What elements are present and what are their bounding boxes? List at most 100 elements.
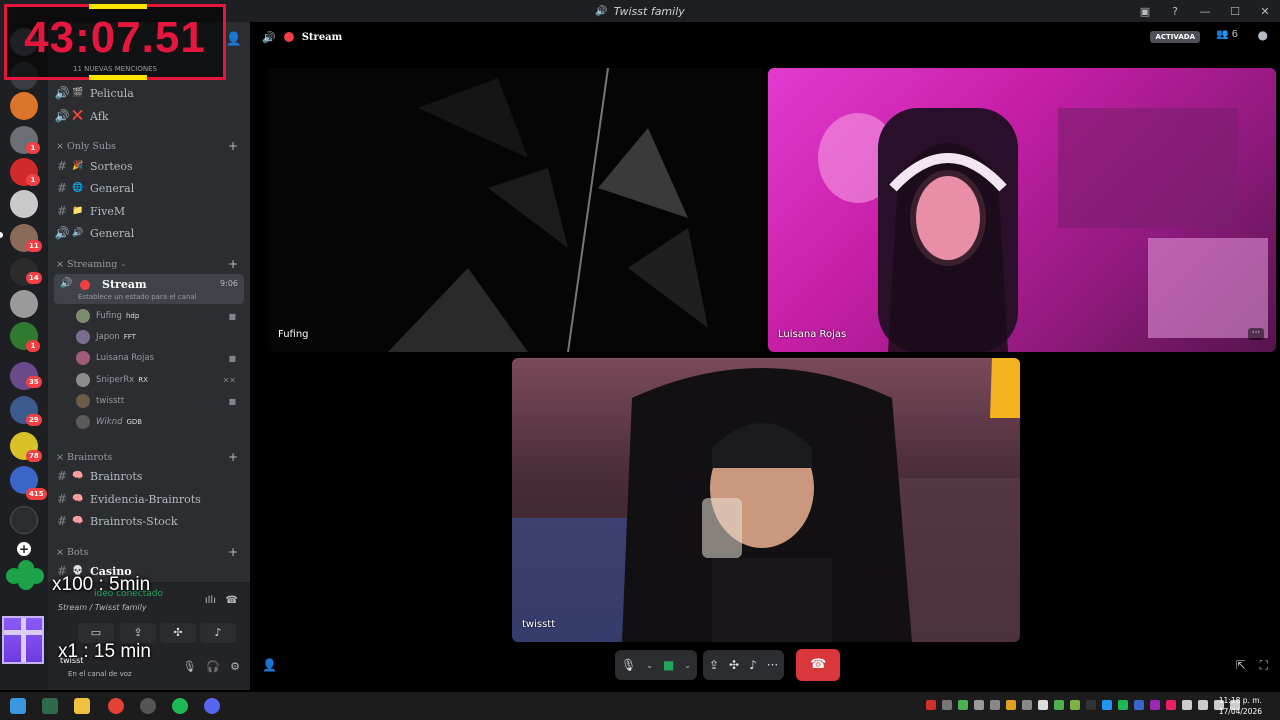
- chevron-down-icon[interactable]: ⌄: [684, 661, 691, 670]
- minimize-button[interactable]: —: [1190, 5, 1220, 18]
- category-bots[interactable]: ⨯ Bots +: [56, 544, 242, 560]
- voice-member[interactable]: Wiknd GDB: [76, 412, 242, 432]
- tray-icon[interactable]: [1102, 700, 1112, 710]
- start-windows-icon[interactable]: [10, 698, 26, 714]
- text-channel-general[interactable]: # 🌐 General: [54, 178, 244, 198]
- tray-icon[interactable]: [1086, 700, 1096, 710]
- tray-icon[interactable]: [1134, 700, 1144, 710]
- more-options-icon[interactable]: ···: [767, 658, 778, 672]
- activities-button[interactable]: ✣: [160, 623, 196, 643]
- tray-icon[interactable]: [942, 700, 952, 710]
- activity-badge[interactable]: ACTIVADA: [1150, 31, 1200, 43]
- folder-icon[interactable]: [10, 506, 38, 534]
- server-icon[interactable]: [10, 190, 38, 218]
- voice-member[interactable]: SniperRx RX ✕✕: [76, 370, 242, 390]
- activities-icon[interactable]: ✣: [729, 658, 739, 672]
- tray-icon[interactable]: [1150, 700, 1160, 710]
- file-explorer-icon[interactable]: [74, 698, 90, 714]
- text-channel-sorteos[interactable]: # 🎉 Sorteos: [54, 156, 244, 176]
- voice-location-label[interactable]: Stream / Twisst family: [58, 603, 147, 612]
- add-channel-icon[interactable]: +: [228, 545, 238, 559]
- hash-icon: #: [56, 469, 68, 483]
- tray-icon[interactable]: [1054, 700, 1064, 710]
- popout-icon[interactable]: ⇱: [1236, 658, 1246, 673]
- tray-icon[interactable]: [1006, 700, 1016, 710]
- close-button[interactable]: ✕: [1250, 5, 1280, 18]
- chat-bubble-icon[interactable]: ●: [1258, 28, 1268, 42]
- hang-up-button[interactable]: ☎: [796, 649, 841, 681]
- voice-member[interactable]: Japon FFT: [76, 327, 242, 347]
- tray-icon[interactable]: [1022, 700, 1032, 710]
- taskbar-app-icon[interactable]: [140, 698, 156, 714]
- voice-channel-pelicula[interactable]: 🔊 🎬 Pelicula: [54, 83, 244, 103]
- hash-icon: #: [56, 514, 68, 528]
- text-channel-brainrots-stock[interactable]: # 🧠 Brainrots-Stock: [54, 511, 244, 531]
- add-channel-icon[interactable]: +: [228, 257, 238, 271]
- add-channel-icon[interactable]: +: [228, 450, 238, 464]
- server-icon[interactable]: [10, 290, 38, 318]
- taskbar-app-icon[interactable]: [42, 698, 58, 714]
- text-channel-evidencia-brainrots[interactable]: # 🧠 Evidencia-Brainrots: [54, 489, 244, 509]
- chevron-down-icon[interactable]: ⌄: [646, 661, 653, 670]
- microphone-icon[interactable]: 🎙: [621, 658, 636, 672]
- clock-date: 17/04/2026: [1218, 707, 1262, 716]
- member-tag: hdp: [125, 312, 140, 320]
- headphones-icon[interactable]: 🎧: [206, 660, 220, 673]
- maximize-button[interactable]: ☐: [1220, 5, 1250, 18]
- category-streaming[interactable]: ⨯ Streaming ⌄ +: [56, 256, 242, 272]
- noise-suppression-icon[interactable]: ıllı: [205, 595, 216, 606]
- category-brainrots[interactable]: ⨯ Brainrots +: [56, 449, 242, 465]
- channel-name: Afk: [90, 109, 109, 123]
- spotify-icon[interactable]: [172, 698, 188, 714]
- voice-member[interactable]: Luisana Rojas ■: [76, 348, 242, 368]
- channel-status-prompt[interactable]: Establece un estado para el canal: [78, 293, 197, 301]
- camera-toggle-button[interactable]: ▭: [78, 623, 114, 643]
- disconnect-icon[interactable]: ☎: [226, 595, 238, 606]
- tray-icon[interactable]: [1070, 700, 1080, 710]
- inbox-icon[interactable]: ▣: [1130, 5, 1160, 18]
- screen-share-icon[interactable]: ⇪: [709, 658, 719, 672]
- help-icon[interactable]: ?: [1160, 5, 1190, 18]
- fullscreen-icon[interactable]: ⛶: [1260, 658, 1268, 673]
- soundboard-icon[interactable]: ♪: [749, 658, 757, 672]
- video-tile-twisstt[interactable]: twisstt: [512, 358, 1020, 642]
- avatar: [76, 373, 90, 387]
- microphone-icon[interactable]: 🎙: [182, 660, 196, 673]
- soundboard-button[interactable]: ♪: [200, 623, 236, 643]
- tray-icon[interactable]: [1182, 700, 1192, 710]
- invite-people-icon[interactable]: 👤: [262, 658, 277, 672]
- chrome-icon[interactable]: [108, 698, 124, 714]
- tray-icon[interactable]: [990, 700, 1000, 710]
- channel-name: Evidencia-Brainrots: [90, 492, 201, 506]
- add-channel-icon[interactable]: +: [228, 139, 238, 153]
- voice-channel-general[interactable]: 🔊 🔊 General: [54, 223, 244, 243]
- system-clock[interactable]: 11:18 p. m. 17/04/2026: [1219, 695, 1262, 717]
- tray-icon[interactable]: [1166, 700, 1176, 710]
- voice-channel-stream-active[interactable]: 🔊 Stream 9:06 Establece un estado para e…: [54, 274, 244, 304]
- text-channel-fivem[interactable]: # 📁 FiveM: [54, 201, 244, 221]
- text-channel-brainrots[interactable]: # 🧠 Brainrots: [54, 466, 244, 486]
- participants-count[interactable]: 👥 6: [1216, 29, 1238, 40]
- tray-icon[interactable]: [1118, 700, 1128, 710]
- video-tile-fufing[interactable]: Fufing: [268, 68, 764, 352]
- tray-icon[interactable]: [958, 700, 968, 710]
- live-dot-icon: [283, 32, 294, 42]
- settings-gear-icon[interactable]: ⚙: [230, 660, 240, 673]
- clock-time: 11:18 p. m.: [1218, 696, 1262, 705]
- add-member-icon[interactable]: 👤: [226, 32, 242, 47]
- tray-icon[interactable]: [1198, 700, 1208, 710]
- screen-share-button[interactable]: ⇪: [120, 623, 156, 643]
- add-server-icon[interactable]: +: [17, 542, 31, 556]
- tray-icon[interactable]: [926, 700, 936, 710]
- category-only-subs[interactable]: ⨯ Only Subs +: [56, 138, 242, 154]
- voice-member[interactable]: Fufing hdp ■: [76, 306, 242, 326]
- server-icon[interactable]: [10, 92, 38, 120]
- tray-icon[interactable]: [1038, 700, 1048, 710]
- voice-channel-afk[interactable]: 🔊 ❌ Afk: [54, 106, 244, 126]
- camera-icon[interactable]: ■: [663, 658, 674, 672]
- discord-icon[interactable]: [204, 698, 220, 714]
- more-options-icon[interactable]: ···: [1248, 328, 1264, 340]
- video-tile-luisana[interactable]: Luisana Rojas ···: [768, 68, 1276, 352]
- voice-member[interactable]: twisstt ■: [76, 391, 242, 411]
- tray-icon[interactable]: [974, 700, 984, 710]
